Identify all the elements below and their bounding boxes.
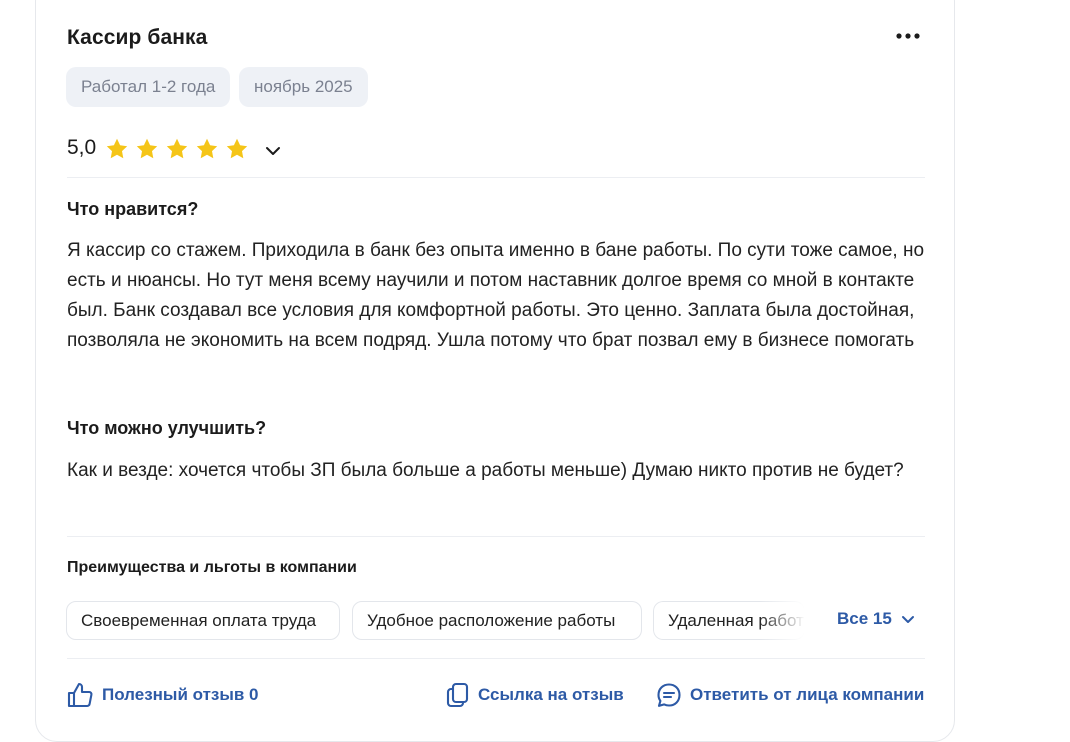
benefit-chip[interactable]: Своевременная оплата труда (66, 601, 340, 640)
review-title: Кассир банка (67, 26, 208, 49)
benefit-chip[interactable]: Удобное расположение работы (352, 601, 642, 640)
helpful-label: Полезный отзыв 0 (102, 685, 259, 704)
chat-bubble-icon (657, 683, 681, 707)
improvements-text: Как и везде: хочется чтобы ЗП была больш… (67, 460, 904, 481)
improvements-heading: Что можно улучшить? (67, 418, 267, 438)
show-all-label: Все 15 (837, 609, 892, 628)
date-tag: ноябрь 2025 (239, 67, 368, 107)
star-icon (166, 138, 188, 159)
more-horizontal-icon (896, 33, 920, 39)
divider (67, 536, 925, 537)
benefit-chip[interactable]: Удаленная работа (653, 601, 805, 640)
show-all-benefits-button[interactable]: Все 15 (837, 609, 916, 629)
thumb-up-icon (67, 682, 93, 708)
experience-tag: Работал 1-2 года (66, 67, 231, 107)
divider (67, 658, 925, 659)
copy-link-button[interactable]: Ссылка на отзыв (446, 682, 624, 708)
rating-value: 5,0 (67, 136, 97, 159)
chevron-down-icon (901, 616, 914, 623)
reply-label: Ответить от лица компании (690, 685, 925, 704)
chevron-down-icon[interactable] (262, 140, 284, 162)
likes-text: Я кассир со стажем. Приходила в банк без… (67, 240, 925, 351)
star-icon (106, 138, 128, 159)
divider (67, 177, 925, 178)
benefits-heading: Преимущества и льготы в компании (67, 559, 357, 576)
copy-link-icon (446, 682, 469, 708)
star-icon (136, 138, 158, 159)
rating-stars (105, 137, 249, 161)
copy-link-label: Ссылка на отзыв (478, 685, 624, 704)
likes-heading: Что нравится? (67, 199, 199, 219)
reply-as-company-button[interactable]: Ответить от лица компании (656, 682, 924, 708)
star-icon (196, 138, 218, 159)
helpful-button[interactable]: Полезный отзыв 0 (67, 682, 259, 708)
star-icon (226, 138, 248, 159)
more-options-button[interactable] (888, 22, 928, 50)
